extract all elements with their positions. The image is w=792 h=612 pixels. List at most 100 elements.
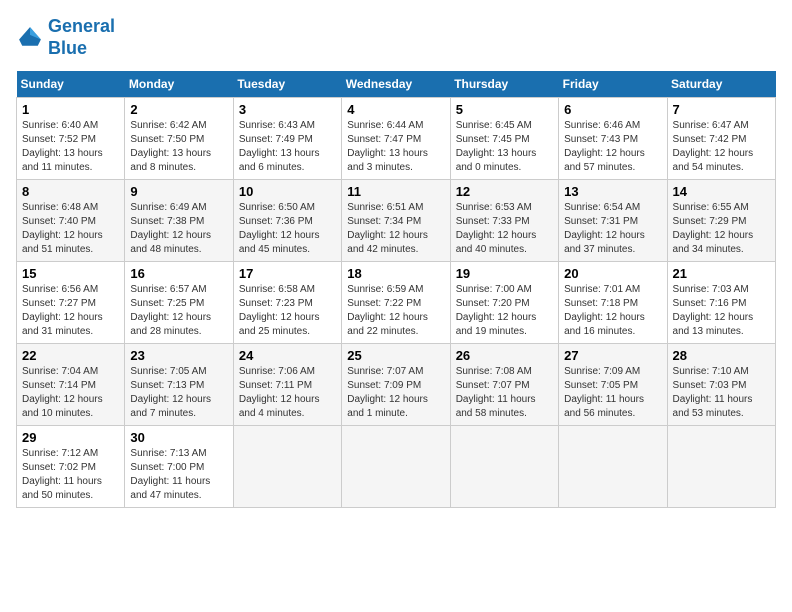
day-number: 2	[130, 102, 227, 117]
logo: General Blue	[16, 16, 115, 59]
day-info: Sunrise: 6:57 AMSunset: 7:25 PMDaylight:…	[130, 284, 211, 337]
day-number: 4	[347, 102, 444, 117]
calendar-cell: 2 Sunrise: 6:42 AMSunset: 7:50 PMDayligh…	[125, 98, 233, 180]
day-number: 12	[456, 184, 553, 199]
page-header: General Blue	[16, 16, 776, 59]
day-info: Sunrise: 6:54 AMSunset: 7:31 PMDaylight:…	[564, 202, 645, 255]
day-header-monday: Monday	[125, 71, 233, 98]
day-info: Sunrise: 6:47 AMSunset: 7:42 PMDaylight:…	[673, 120, 754, 173]
day-header-saturday: Saturday	[667, 71, 775, 98]
calendar-week-3: 15 Sunrise: 6:56 AMSunset: 7:27 PMDaylig…	[17, 262, 776, 344]
calendar-cell	[667, 426, 775, 508]
day-number: 15	[22, 266, 119, 281]
calendar-cell: 26 Sunrise: 7:08 AMSunset: 7:07 PMDaylig…	[450, 344, 558, 426]
day-number: 22	[22, 348, 119, 363]
day-info: Sunrise: 6:43 AMSunset: 7:49 PMDaylight:…	[239, 120, 320, 173]
day-number: 5	[456, 102, 553, 117]
day-info: Sunrise: 7:00 AMSunset: 7:20 PMDaylight:…	[456, 284, 537, 337]
day-number: 27	[564, 348, 661, 363]
calendar-cell: 22 Sunrise: 7:04 AMSunset: 7:14 PMDaylig…	[17, 344, 125, 426]
day-number: 17	[239, 266, 336, 281]
calendar-week-5: 29 Sunrise: 7:12 AMSunset: 7:02 PMDaylig…	[17, 426, 776, 508]
calendar-cell: 13 Sunrise: 6:54 AMSunset: 7:31 PMDaylig…	[559, 180, 667, 262]
day-info: Sunrise: 7:06 AMSunset: 7:11 PMDaylight:…	[239, 366, 320, 419]
calendar-cell: 7 Sunrise: 6:47 AMSunset: 7:42 PMDayligh…	[667, 98, 775, 180]
day-info: Sunrise: 6:51 AMSunset: 7:34 PMDaylight:…	[347, 202, 428, 255]
day-number: 29	[22, 430, 119, 445]
calendar-week-4: 22 Sunrise: 7:04 AMSunset: 7:14 PMDaylig…	[17, 344, 776, 426]
day-info: Sunrise: 7:09 AMSunset: 7:05 PMDaylight:…	[564, 366, 644, 419]
calendar-cell	[559, 426, 667, 508]
day-number: 3	[239, 102, 336, 117]
calendar-cell: 21 Sunrise: 7:03 AMSunset: 7:16 PMDaylig…	[667, 262, 775, 344]
calendar-cell: 30 Sunrise: 7:13 AMSunset: 7:00 PMDaylig…	[125, 426, 233, 508]
calendar-cell: 6 Sunrise: 6:46 AMSunset: 7:43 PMDayligh…	[559, 98, 667, 180]
day-number: 14	[673, 184, 770, 199]
day-number: 18	[347, 266, 444, 281]
day-number: 8	[22, 184, 119, 199]
day-header-sunday: Sunday	[17, 71, 125, 98]
day-info: Sunrise: 6:56 AMSunset: 7:27 PMDaylight:…	[22, 284, 103, 337]
day-number: 11	[347, 184, 444, 199]
calendar-cell: 18 Sunrise: 6:59 AMSunset: 7:22 PMDaylig…	[342, 262, 450, 344]
day-info: Sunrise: 6:45 AMSunset: 7:45 PMDaylight:…	[456, 120, 537, 173]
day-info: Sunrise: 6:42 AMSunset: 7:50 PMDaylight:…	[130, 120, 211, 173]
calendar-cell: 5 Sunrise: 6:45 AMSunset: 7:45 PMDayligh…	[450, 98, 558, 180]
calendar-cell: 24 Sunrise: 7:06 AMSunset: 7:11 PMDaylig…	[233, 344, 341, 426]
day-header-thursday: Thursday	[450, 71, 558, 98]
day-info: Sunrise: 6:53 AMSunset: 7:33 PMDaylight:…	[456, 202, 537, 255]
day-info: Sunrise: 7:05 AMSunset: 7:13 PMDaylight:…	[130, 366, 211, 419]
calendar-cell: 3 Sunrise: 6:43 AMSunset: 7:49 PMDayligh…	[233, 98, 341, 180]
day-number: 7	[673, 102, 770, 117]
day-info: Sunrise: 6:44 AMSunset: 7:47 PMDaylight:…	[347, 120, 428, 173]
day-number: 16	[130, 266, 227, 281]
day-info: Sunrise: 6:48 AMSunset: 7:40 PMDaylight:…	[22, 202, 103, 255]
logo-text: General Blue	[48, 16, 115, 59]
calendar-cell: 9 Sunrise: 6:49 AMSunset: 7:38 PMDayligh…	[125, 180, 233, 262]
calendar-cell	[450, 426, 558, 508]
calendar-cell	[233, 426, 341, 508]
day-number: 25	[347, 348, 444, 363]
day-info: Sunrise: 6:46 AMSunset: 7:43 PMDaylight:…	[564, 120, 645, 173]
calendar-cell: 8 Sunrise: 6:48 AMSunset: 7:40 PMDayligh…	[17, 180, 125, 262]
calendar-cell	[342, 426, 450, 508]
calendar-cell: 12 Sunrise: 6:53 AMSunset: 7:33 PMDaylig…	[450, 180, 558, 262]
calendar-cell: 1 Sunrise: 6:40 AMSunset: 7:52 PMDayligh…	[17, 98, 125, 180]
day-info: Sunrise: 6:40 AMSunset: 7:52 PMDaylight:…	[22, 120, 103, 173]
day-number: 9	[130, 184, 227, 199]
calendar-cell: 10 Sunrise: 6:50 AMSunset: 7:36 PMDaylig…	[233, 180, 341, 262]
day-number: 23	[130, 348, 227, 363]
calendar-cell: 11 Sunrise: 6:51 AMSunset: 7:34 PMDaylig…	[342, 180, 450, 262]
calendar-week-2: 8 Sunrise: 6:48 AMSunset: 7:40 PMDayligh…	[17, 180, 776, 262]
day-info: Sunrise: 6:50 AMSunset: 7:36 PMDaylight:…	[239, 202, 320, 255]
day-header-friday: Friday	[559, 71, 667, 98]
calendar-body: 1 Sunrise: 6:40 AMSunset: 7:52 PMDayligh…	[17, 98, 776, 508]
day-info: Sunrise: 7:01 AMSunset: 7:18 PMDaylight:…	[564, 284, 645, 337]
calendar-cell: 27 Sunrise: 7:09 AMSunset: 7:05 PMDaylig…	[559, 344, 667, 426]
day-info: Sunrise: 6:59 AMSunset: 7:22 PMDaylight:…	[347, 284, 428, 337]
day-number: 30	[130, 430, 227, 445]
day-info: Sunrise: 6:55 AMSunset: 7:29 PMDaylight:…	[673, 202, 754, 255]
day-number: 20	[564, 266, 661, 281]
day-number: 6	[564, 102, 661, 117]
day-number: 10	[239, 184, 336, 199]
day-number: 1	[22, 102, 119, 117]
calendar-cell: 23 Sunrise: 7:05 AMSunset: 7:13 PMDaylig…	[125, 344, 233, 426]
calendar-header-row: SundayMondayTuesdayWednesdayThursdayFrid…	[17, 71, 776, 98]
day-info: Sunrise: 7:12 AMSunset: 7:02 PMDaylight:…	[22, 448, 102, 501]
day-number: 24	[239, 348, 336, 363]
day-number: 28	[673, 348, 770, 363]
calendar-cell: 29 Sunrise: 7:12 AMSunset: 7:02 PMDaylig…	[17, 426, 125, 508]
day-number: 13	[564, 184, 661, 199]
day-header-tuesday: Tuesday	[233, 71, 341, 98]
day-info: Sunrise: 6:58 AMSunset: 7:23 PMDaylight:…	[239, 284, 320, 337]
calendar-cell: 14 Sunrise: 6:55 AMSunset: 7:29 PMDaylig…	[667, 180, 775, 262]
calendar-cell: 16 Sunrise: 6:57 AMSunset: 7:25 PMDaylig…	[125, 262, 233, 344]
calendar-week-1: 1 Sunrise: 6:40 AMSunset: 7:52 PMDayligh…	[17, 98, 776, 180]
day-info: Sunrise: 7:07 AMSunset: 7:09 PMDaylight:…	[347, 366, 428, 419]
calendar-cell: 17 Sunrise: 6:58 AMSunset: 7:23 PMDaylig…	[233, 262, 341, 344]
day-info: Sunrise: 7:10 AMSunset: 7:03 PMDaylight:…	[673, 366, 753, 419]
calendar-cell: 15 Sunrise: 6:56 AMSunset: 7:27 PMDaylig…	[17, 262, 125, 344]
calendar-cell: 19 Sunrise: 7:00 AMSunset: 7:20 PMDaylig…	[450, 262, 558, 344]
calendar-cell: 4 Sunrise: 6:44 AMSunset: 7:47 PMDayligh…	[342, 98, 450, 180]
